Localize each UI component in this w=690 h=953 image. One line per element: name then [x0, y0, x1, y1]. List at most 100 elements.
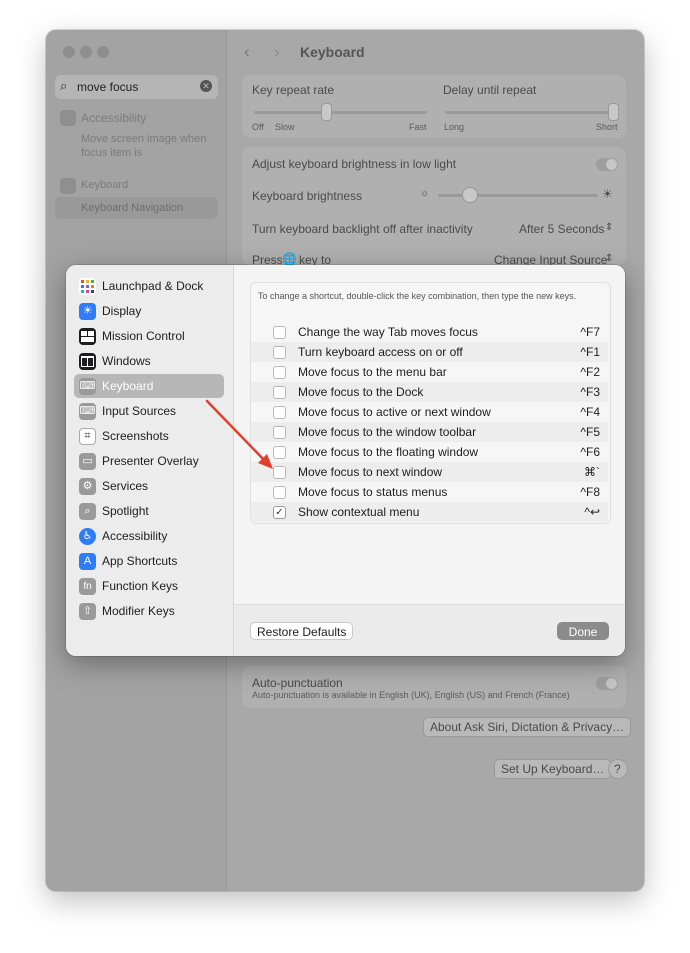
shortcut-key[interactable]: ^F1: [580, 345, 600, 359]
shortcut-key[interactable]: ^F2: [580, 365, 600, 379]
shortcut-row[interactable]: Turn keyboard access on or off ^F1: [251, 342, 608, 362]
shortcut-checkbox[interactable]: [273, 486, 286, 499]
category-presenter-overlay[interactable]: ▭ Presenter Overlay: [74, 449, 224, 473]
low-light-toggle[interactable]: [596, 158, 618, 171]
shortcut-checkbox-checked[interactable]: ✓: [273, 506, 286, 519]
shortcut-hint: To change a shortcut, double-click the k…: [258, 291, 577, 301]
search-result-desc[interactable]: focus item is: [81, 147, 142, 159]
delay-slider[interactable]: [445, 111, 617, 114]
back-arrow-icon[interactable]: ‹: [244, 42, 250, 62]
category-spotlight[interactable]: ⌕ Spotlight: [74, 499, 224, 523]
search-result-keyboard[interactable]: Keyboard: [81, 179, 128, 191]
category-services[interactable]: ⚙ Services: [74, 474, 224, 498]
key-repeat-knob[interactable]: [321, 103, 332, 121]
delay-knob[interactable]: [608, 103, 619, 121]
shortcut-checkbox[interactable]: [273, 446, 286, 459]
restore-defaults-button[interactable]: Restore Defaults: [250, 622, 354, 640]
category-display[interactable]: ☀ Display: [74, 299, 224, 323]
modifier-keys-icon: ⇧: [79, 603, 96, 620]
shortcut-row[interactable]: Move focus to status menus ^F8: [251, 482, 608, 502]
category-launchpad-dock[interactable]: Launchpad & Dock: [74, 274, 224, 298]
category-app-shortcuts[interactable]: A App Shortcuts: [74, 549, 224, 573]
category-modifier-keys[interactable]: ⇧ Modifier Keys: [74, 599, 224, 623]
category-label: Windows: [102, 354, 151, 368]
backlight-label: Turn keyboard backlight off after inacti…: [252, 222, 473, 236]
minimize-window-button[interactable]: [80, 46, 92, 58]
shortcut-key[interactable]: ^F3: [580, 385, 600, 399]
search-input[interactable]: move focus: [77, 80, 138, 94]
shortcut-row[interactable]: Change the way Tab moves focus ^F7: [251, 322, 608, 342]
auto-punct-toggle[interactable]: [596, 677, 618, 690]
brightness-knob[interactable]: [462, 187, 478, 203]
shortcut-label: Move focus to status menus: [298, 485, 448, 499]
shortcut-checkbox[interactable]: [273, 406, 286, 419]
category-keyboard[interactable]: ⌨ Keyboard: [74, 374, 224, 398]
shortcut-row[interactable]: Move focus to the menu bar ^F2: [251, 362, 608, 382]
category-function-keys[interactable]: fn Function Keys: [74, 574, 224, 598]
shortcut-key[interactable]: ^F4: [580, 405, 600, 419]
shortcut-checkbox[interactable]: [273, 366, 286, 379]
category-windows[interactable]: Windows: [74, 349, 224, 373]
search-result-accessibility[interactable]: Accessibility: [81, 111, 146, 125]
forward-arrow-icon[interactable]: ›: [274, 42, 280, 62]
low-light-label: Adjust keyboard brightness in low light: [252, 157, 457, 171]
shortcut-row[interactable]: Move focus to the window toolbar ^F5: [251, 422, 608, 442]
shortcut-key[interactable]: ⌘`: [584, 465, 600, 479]
category-label: Screenshots: [102, 429, 169, 443]
shortcut-checkbox[interactable]: [273, 346, 286, 359]
slider-min-label: Long: [444, 122, 465, 132]
windows-icon: [79, 353, 96, 370]
shortcut-row[interactable]: Move focus to the floating window ^F6: [251, 442, 608, 462]
shortcut-pane: To change a shortcut, double-click the k…: [234, 265, 625, 656]
shortcut-label: Move focus to next window: [298, 465, 443, 479]
category-label: Display: [102, 304, 142, 318]
app-shortcuts-icon: A: [79, 553, 96, 570]
shortcut-checkbox[interactable]: [273, 426, 286, 439]
shortcut-key[interactable]: ^F8: [580, 485, 600, 499]
setup-keyboard-button[interactable]: Set Up Keyboard…: [494, 759, 612, 779]
category-label: Services: [102, 479, 149, 493]
backlight-popup[interactable]: After 5 Seconds: [519, 222, 604, 236]
shortcut-row[interactable]: Move focus to active or next window ^F4: [251, 402, 608, 422]
function-keys-icon: fn: [79, 578, 96, 595]
shortcut-key[interactable]: ^F5: [580, 425, 600, 439]
shortcut-key[interactable]: ^F7: [580, 325, 600, 339]
keyboard-icon: [60, 178, 76, 194]
presenter-overlay-icon: ▭: [79, 453, 96, 470]
accessibility-icon: [60, 110, 76, 126]
category-input-sources[interactable]: ⌨ Input Sources: [74, 399, 224, 423]
done-button[interactable]: Done: [557, 622, 609, 640]
category-mission-control[interactable]: Mission Control: [74, 324, 224, 348]
slider-min-label: Slow: [275, 122, 295, 132]
popup-chevron-icon: ⇕: [605, 222, 614, 233]
shortcut-label: Move focus to the window toolbar: [298, 425, 477, 439]
category-label: Input Sources: [102, 404, 177, 418]
shortcut-checkbox[interactable]: [273, 386, 286, 399]
search-icon: ⌕: [60, 78, 68, 93]
globe-icon: 🌐: [282, 252, 297, 266]
shortcut-row[interactable]: ✓ Show contextual menu ^↩: [251, 502, 608, 522]
key-repeat-slider[interactable]: [254, 111, 427, 114]
clear-search-icon[interactable]: ✕: [200, 80, 212, 92]
help-button[interactable]: ?: [608, 759, 628, 779]
brightness-low-icon: ☼: [420, 188, 430, 199]
search-result-keyboard-navigation[interactable]: Keyboard Navigation: [81, 202, 183, 214]
search-field[interactable]: ⌕ move focus ✕: [55, 75, 218, 99]
close-window-button[interactable]: [63, 46, 75, 58]
shortcut-key[interactable]: ^F6: [580, 445, 600, 459]
shortcut-checkbox[interactable]: [273, 466, 286, 479]
screenshots-icon: ⌗: [79, 428, 96, 445]
auto-punct-desc: Auto-punctuation is available in English…: [252, 690, 570, 700]
shortcut-checkbox[interactable]: [273, 326, 286, 339]
key-repeat-label: Key repeat rate: [252, 83, 335, 97]
category-accessibility[interactable]: ♿ Accessibility: [74, 524, 224, 548]
about-siri-button[interactable]: About Ask Siri, Dictation & Privacy…: [423, 717, 632, 737]
shortcut-key[interactable]: ^↩: [584, 505, 600, 519]
zoom-window-button[interactable]: [97, 46, 109, 58]
category-screenshots[interactable]: ⌗ Screenshots: [74, 424, 224, 448]
shortcut-row[interactable]: Move focus to the Dock ^F3: [251, 382, 608, 402]
shortcut-row[interactable]: Move focus to next window ⌘`: [251, 462, 608, 482]
search-result-desc[interactable]: Move screen image when: [81, 133, 206, 145]
shortcut-categories: Launchpad & Dock ☀ Display Mission Contr…: [66, 265, 234, 656]
category-label: App Shortcuts: [102, 554, 178, 568]
